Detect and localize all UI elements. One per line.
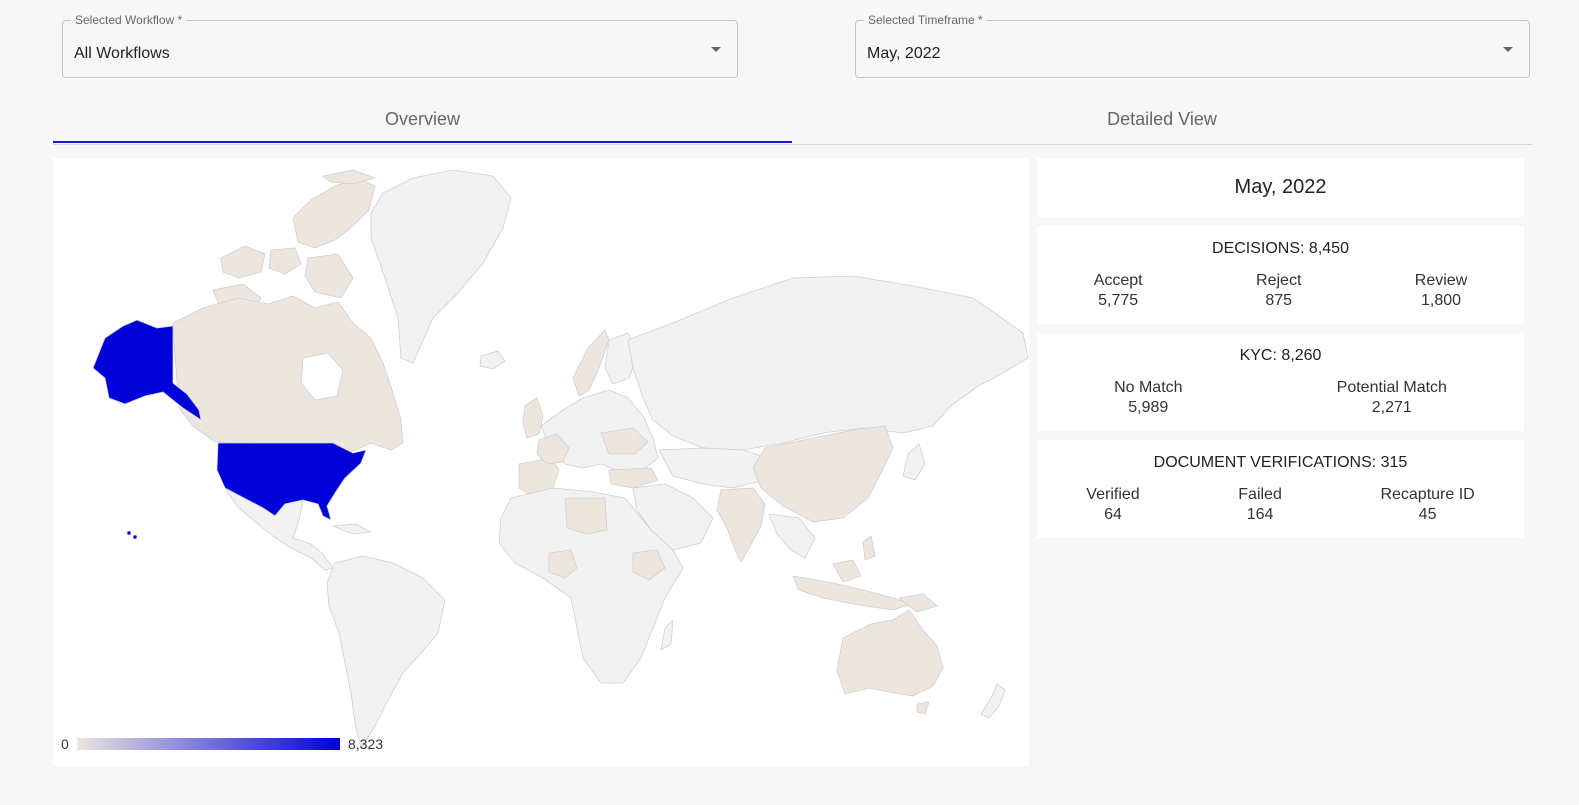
timeframe-select[interactable]: Selected Timeframe * May, 2022 <box>855 13 1530 78</box>
map-region-new-zealand[interactable] <box>980 683 1006 719</box>
period-title: May, 2022 <box>1234 176 1327 198</box>
stat-label: Review <box>1414 272 1468 289</box>
stat-reject: Reject 875 <box>1256 271 1301 311</box>
map-region-japan[interactable] <box>902 443 926 481</box>
map-region-canada-islands[interactable] <box>304 253 354 299</box>
view-tabs: Overview Detailed View <box>53 97 1532 145</box>
stat-accept: Accept 5,775 <box>1094 271 1143 311</box>
map-region-greenland[interactable] <box>370 169 512 364</box>
documents-title: DOCUMENT VERIFICATIONS: 315 <box>1153 454 1408 471</box>
stat-value: 2,271 <box>1371 399 1412 416</box>
world-map-card: 0 8,323 <box>53 158 1029 766</box>
map-region-philippines[interactable] <box>862 535 876 561</box>
map-region-cuba[interactable] <box>332 523 372 535</box>
map-region-madagascar[interactable] <box>660 619 674 651</box>
map-region-canada-islands[interactable] <box>220 245 266 279</box>
map-region-indonesia[interactable] <box>792 575 912 611</box>
workflow-select-label: Selected Workflow * <box>71 13 187 27</box>
map-region-canada[interactable] <box>172 295 404 455</box>
stat-label: Verified <box>1086 486 1140 503</box>
map-region-canada-islands[interactable] <box>268 247 302 275</box>
map-region-tasmania[interactable] <box>916 701 930 715</box>
documents-stats: Verified 64 Failed 164 Recapture ID 45 <box>1037 485 1524 525</box>
world-map <box>92 169 1029 749</box>
map-region-australia[interactable] <box>836 609 944 697</box>
map-region-norway-sweden[interactable] <box>572 329 610 397</box>
legend-max-label: 8,323 <box>348 736 384 752</box>
legend-min-label: 0 <box>61 736 69 752</box>
stat-recapture-id: Recapture ID 45 <box>1380 485 1474 525</box>
map-region-libya[interactable] <box>564 497 608 535</box>
stat-value: 45 <box>1418 506 1437 523</box>
map-region-hawaii[interactable] <box>126 530 132 536</box>
tab-detailed-view[interactable]: Detailed View <box>792 97 1532 141</box>
stat-value: 5,775 <box>1098 292 1139 309</box>
map-region-iceland[interactable] <box>479 350 506 370</box>
kyc-title: KYC: 8,260 <box>1239 347 1322 364</box>
workflow-select[interactable]: Selected Workflow * All Workflows <box>62 13 738 78</box>
stat-value: 875 <box>1265 292 1293 309</box>
stat-verified: Verified 64 <box>1086 485 1139 525</box>
map-region-borneo[interactable] <box>832 559 862 583</box>
timeframe-select-label: Selected Timeframe * <box>864 13 987 27</box>
map-region-united-kingdom[interactable] <box>522 397 544 439</box>
stat-label: Potential Match <box>1336 379 1447 396</box>
stat-review: Review 1,800 <box>1415 271 1467 311</box>
kyc-stats: No Match 5,989 Potential Match 2,271 <box>1037 378 1524 418</box>
stat-value: 1,800 <box>1421 292 1462 309</box>
map-region-south-america[interactable] <box>326 555 446 749</box>
decisions-title: DECISIONS: 8,450 <box>1212 240 1349 257</box>
stat-value: 5,989 <box>1128 399 1169 416</box>
timeframe-select-value: May, 2022 <box>867 45 941 62</box>
tab-overview[interactable]: Overview <box>53 97 792 143</box>
legend-gradient-bar <box>77 738 340 750</box>
map-region-russia[interactable] <box>627 275 1029 451</box>
stat-label: Failed <box>1238 486 1282 503</box>
stat-label: No Match <box>1114 379 1183 396</box>
map-region-southeast-asia[interactable] <box>768 513 816 559</box>
stat-label: Reject <box>1256 272 1302 289</box>
stat-potential-match: Potential Match 2,271 <box>1337 378 1447 418</box>
documents-card: DOCUMENT VERIFICATIONS: 315 Verified 64 … <box>1037 440 1524 538</box>
map-region-turkey[interactable] <box>608 467 659 489</box>
workflow-select-value: All Workflows <box>74 45 170 62</box>
stat-no-match: No Match 5,989 <box>1114 378 1182 418</box>
stat-label: Recapture ID <box>1380 486 1475 503</box>
map-region-india[interactable] <box>716 487 766 563</box>
stat-value: 64 <box>1104 506 1122 523</box>
decisions-stats: Accept 5,775 Reject 875 Review 1,800 <box>1037 271 1524 311</box>
chevron-down-icon[interactable] <box>1503 47 1513 52</box>
decisions-card: DECISIONS: 8,450 Accept 5,775 Reject 875… <box>1037 226 1524 324</box>
period-card: May, 2022 <box>1037 158 1524 217</box>
stat-label: Accept <box>1093 272 1143 289</box>
kyc-card: KYC: 8,260 No Match 5,989 Potential Matc… <box>1037 333 1524 431</box>
chevron-down-icon[interactable] <box>711 47 721 52</box>
stat-value: 164 <box>1246 506 1274 523</box>
stat-failed: Failed 164 <box>1238 485 1282 525</box>
map-region-canada-islands[interactable] <box>292 177 376 249</box>
map-region-hawaii[interactable] <box>132 534 138 540</box>
